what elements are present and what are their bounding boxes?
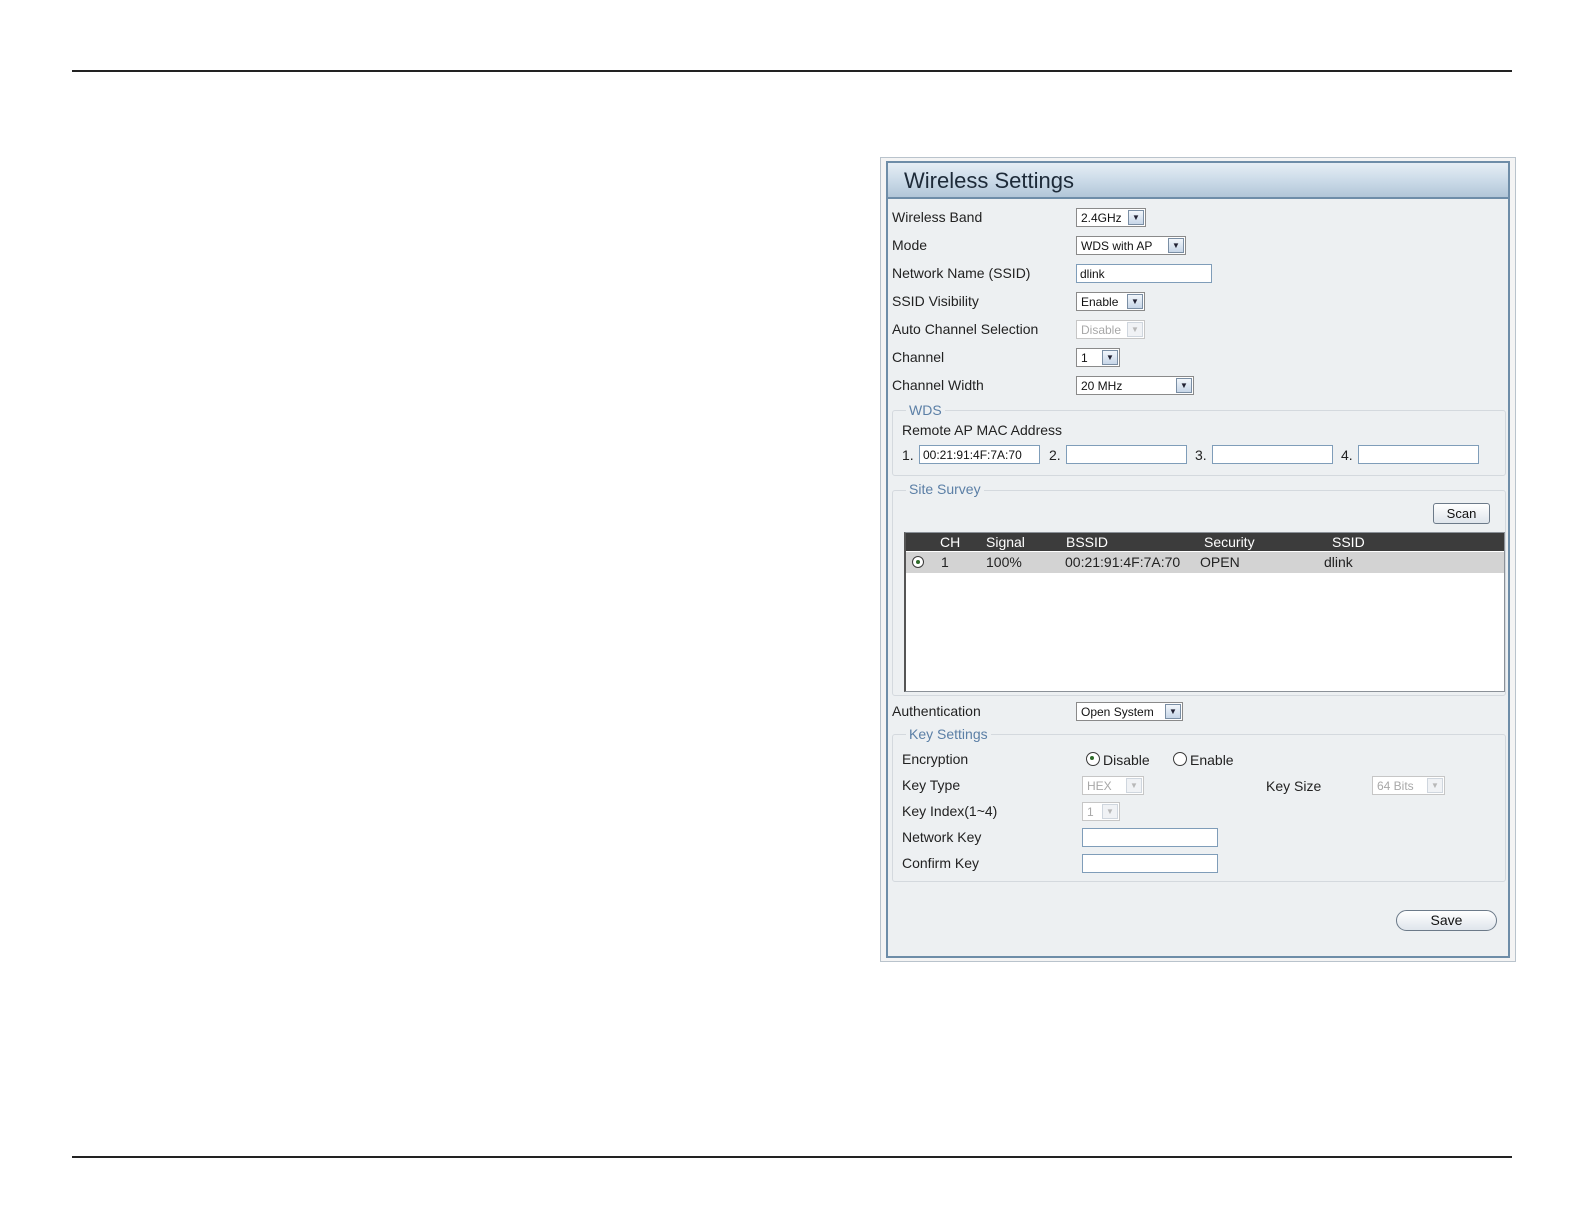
auto-channel-label: Auto Channel Selection bbox=[892, 321, 1039, 337]
encryption-disable-label: Disable bbox=[1103, 752, 1150, 768]
site-survey-header: CH Signal BSSID Security SSID bbox=[906, 533, 1504, 551]
authentication-value: Open System bbox=[1081, 705, 1154, 719]
wireless-settings-panel: Wireless Settings Wireless Band 2.4GHz ▼… bbox=[880, 157, 1516, 962]
wireless-band-value: 2.4GHz bbox=[1081, 211, 1122, 225]
column-header-signal: Signal bbox=[986, 534, 1025, 550]
key-index-label: Key Index(1~4) bbox=[902, 803, 998, 819]
confirm-key-input[interactable] bbox=[1082, 854, 1218, 873]
key-settings-legend: Key Settings bbox=[906, 726, 991, 742]
key-index-select[interactable]: 1 ▼ bbox=[1082, 802, 1120, 821]
site-survey-table: CH Signal BSSID Security SSID 1 100% 00:… bbox=[904, 532, 1505, 692]
authentication-label: Authentication bbox=[892, 703, 981, 719]
network-key-input[interactable] bbox=[1082, 828, 1218, 847]
ssid-input[interactable]: dlink bbox=[1076, 264, 1212, 283]
channel-value: 1 bbox=[1081, 351, 1088, 365]
encryption-disable-radio[interactable] bbox=[1086, 752, 1100, 766]
encryption-enable-radio[interactable] bbox=[1173, 752, 1187, 766]
key-type-select[interactable]: HEX ▼ bbox=[1082, 776, 1144, 795]
channel-width-value: 20 MHz bbox=[1081, 379, 1123, 393]
column-header-bssid: BSSID bbox=[1066, 534, 1109, 550]
mode-select[interactable]: WDS with AP ▼ bbox=[1076, 236, 1186, 255]
ssid-visibility-value: Enable bbox=[1081, 295, 1119, 309]
wds-mac-input-4[interactable] bbox=[1358, 445, 1479, 464]
authentication-select[interactable]: Open System ▼ bbox=[1076, 702, 1183, 721]
wds-legend: WDS bbox=[906, 402, 945, 418]
wds-index-4: 4. bbox=[1341, 447, 1353, 463]
chevron-down-icon: ▼ bbox=[1102, 350, 1118, 365]
key-size-label: Key Size bbox=[1266, 778, 1322, 794]
panel-body: Wireless Settings Wireless Band 2.4GHz ▼… bbox=[886, 161, 1510, 958]
key-type-label: Key Type bbox=[902, 777, 961, 793]
remote-ap-mac-label: Remote AP MAC Address bbox=[902, 422, 1063, 438]
wds-index-2: 2. bbox=[1049, 447, 1061, 463]
key-size-value: 64 Bits bbox=[1377, 779, 1414, 793]
auto-channel-value: Disable bbox=[1081, 323, 1122, 337]
mode-value: WDS with AP bbox=[1081, 239, 1153, 253]
ssid-label: Network Name (SSID) bbox=[892, 265, 1031, 281]
column-header-ssid: SSID bbox=[1332, 534, 1365, 550]
chevron-down-icon: ▼ bbox=[1168, 238, 1184, 253]
key-type-value: HEX bbox=[1087, 779, 1112, 793]
chevron-down-icon: ▼ bbox=[1102, 804, 1118, 819]
wireless-band-select[interactable]: 2.4GHz ▼ bbox=[1076, 208, 1146, 227]
confirm-key-label: Confirm Key bbox=[902, 855, 980, 871]
row-ssid: dlink bbox=[1324, 554, 1353, 570]
chevron-down-icon: ▼ bbox=[1126, 778, 1142, 793]
ssid-visibility-label: SSID Visibility bbox=[892, 293, 979, 309]
column-header-security: Security bbox=[1204, 534, 1255, 550]
chevron-down-icon: ▼ bbox=[1128, 210, 1144, 225]
wds-index-1: 1. bbox=[902, 447, 914, 463]
key-size-select[interactable]: 64 Bits ▼ bbox=[1372, 776, 1445, 795]
column-header-ch: CH bbox=[940, 534, 961, 550]
channel-select[interactable]: 1 ▼ bbox=[1076, 348, 1120, 367]
save-button[interactable]: Save bbox=[1396, 910, 1497, 931]
channel-width-label: Channel Width bbox=[892, 377, 984, 393]
chevron-down-icon: ▼ bbox=[1165, 704, 1181, 719]
wds-mac-input-2[interactable] bbox=[1066, 445, 1187, 464]
chevron-down-icon: ▼ bbox=[1176, 378, 1192, 393]
auto-channel-select[interactable]: Disable ▼ bbox=[1076, 320, 1145, 339]
row-security: OPEN bbox=[1200, 554, 1240, 570]
site-survey-legend: Site Survey bbox=[906, 481, 984, 497]
row-signal: 100% bbox=[986, 554, 1022, 570]
chevron-down-icon: ▼ bbox=[1127, 294, 1143, 309]
row-bssid: 00:21:91:4F:7A:70 bbox=[1065, 554, 1181, 570]
bottom-rule bbox=[72, 1156, 1512, 1158]
row-ch: 1 bbox=[941, 554, 949, 570]
chevron-down-icon: ▼ bbox=[1127, 322, 1143, 337]
mode-label: Mode bbox=[892, 237, 928, 253]
channel-width-select[interactable]: 20 MHz ▼ bbox=[1076, 376, 1194, 395]
wds-mac-input-3[interactable] bbox=[1212, 445, 1333, 464]
key-index-value: 1 bbox=[1087, 805, 1094, 819]
ssid-visibility-select[interactable]: Enable ▼ bbox=[1076, 292, 1145, 311]
wds-mac-input-1[interactable]: 00:21:91:4F:7A:70 bbox=[919, 445, 1040, 464]
wds-index-3: 3. bbox=[1195, 447, 1207, 463]
wireless-band-label: Wireless Band bbox=[892, 209, 983, 225]
channel-label: Channel bbox=[892, 349, 945, 365]
chevron-down-icon: ▼ bbox=[1427, 778, 1443, 793]
table-row[interactable]: 1 100% 00:21:91:4F:7A:70 OPEN dlink bbox=[906, 552, 1504, 573]
site-select-radio[interactable] bbox=[912, 556, 924, 568]
network-key-label: Network Key bbox=[902, 829, 982, 845]
panel-title: Wireless Settings bbox=[904, 168, 1074, 193]
encryption-label: Encryption bbox=[902, 751, 969, 767]
scan-button[interactable]: Scan bbox=[1433, 503, 1490, 524]
encryption-enable-label: Enable bbox=[1190, 752, 1234, 768]
wds-fieldset bbox=[892, 410, 1506, 476]
panel-title-bar: Wireless Settings bbox=[888, 163, 1508, 199]
top-rule bbox=[72, 70, 1512, 72]
